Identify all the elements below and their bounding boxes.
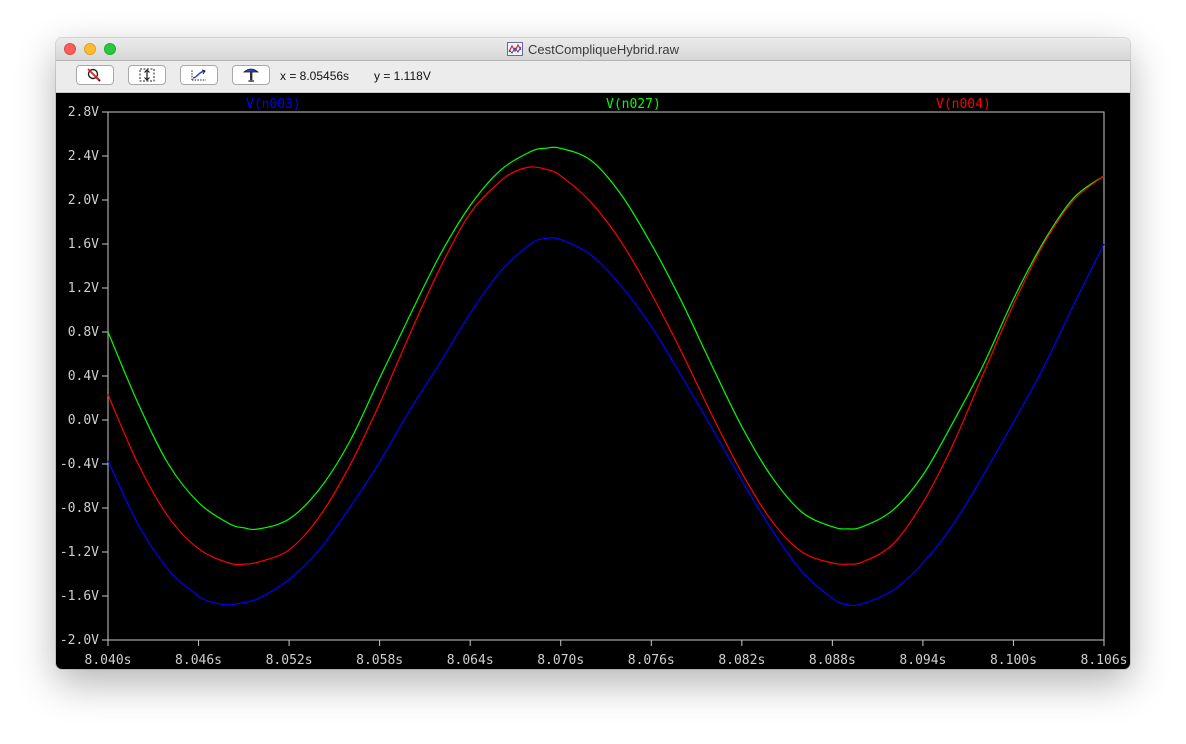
zoom-cancel-button[interactable] (76, 65, 114, 85)
x-tick-label: 8.106s (1081, 653, 1128, 668)
trace-label[interactable]: V(n003) (246, 97, 301, 112)
trace-vn004[interactable] (107, 166, 1105, 566)
y-tick-label: 2.4V (68, 149, 99, 164)
x-tick-label: 8.088s (809, 653, 856, 668)
zoom-cancel-icon (87, 68, 101, 82)
y-tick-label: -1.2V (60, 545, 99, 560)
probe-button[interactable] (232, 65, 270, 85)
trace-label[interactable]: V(n004) (936, 97, 991, 112)
y-tick-label: 1.2V (68, 281, 99, 296)
y-tick-label: 1.6V (68, 237, 99, 252)
probe-icon (242, 68, 260, 82)
trace-vn003[interactable] (107, 237, 1105, 607)
trace-vn027[interactable] (107, 146, 1105, 531)
x-tick-label: 8.046s (175, 653, 222, 668)
x-tick-label: 8.076s (628, 653, 675, 668)
x-tick-label: 8.070s (537, 653, 584, 668)
trace-label[interactable]: V(n027) (606, 97, 661, 112)
autorange-button[interactable] (128, 65, 166, 85)
y-tick-label: 0.8V (68, 325, 99, 340)
title-bar: CestCompliqueHybrid.raw (56, 38, 1130, 61)
y-readout: y = 1.118V (374, 69, 431, 83)
x-readout: x = 8.05456s (280, 69, 350, 83)
window-title-text: CestCompliqueHybrid.raw (528, 41, 679, 57)
y-tick-label: -0.8V (60, 501, 99, 516)
x-tick-label: 8.058s (356, 653, 403, 668)
y-tick-label: -1.6V (60, 589, 99, 604)
y-tick-label: 2.8V (68, 105, 99, 120)
y-tick-label: 0.4V (68, 369, 99, 384)
zoom-fit-button[interactable] (180, 65, 218, 85)
waveform-file-icon (507, 42, 523, 56)
x-tick-label: 8.100s (990, 653, 1037, 668)
waveform-chart[interactable]: 2.8V 2.4V 2.0V 1.6V 1.2V 0.8V 0.4V 0.0V -0.4V -0.… (56, 93, 1130, 669)
window-title: CestCompliqueHybrid.raw (56, 38, 1130, 60)
x-tick-label: 8.064s (447, 653, 494, 668)
autorange-icon (139, 68, 155, 82)
y-tick-label: -2.0V (60, 633, 99, 648)
y-tick-label: -0.4V (60, 457, 99, 472)
toolbar: x = 8.05456s y = 1.118V (56, 61, 1130, 93)
x-tick-label: 8.052s (266, 653, 313, 668)
waveform-window: CestCompliqueHybrid.raw x = 8.05456s y =… (56, 38, 1130, 669)
plot-area[interactable]: 2.8V 2.4V 2.0V 1.6V 1.2V 0.8V 0.4V 0.0V -0.4V -0.… (56, 93, 1130, 669)
x-tick-label: 8.082s (718, 653, 765, 668)
x-tick-label: 8.040s (85, 653, 132, 668)
x-tick-label: 8.094s (899, 653, 946, 668)
plot-frame (107, 111, 1105, 641)
y-tick-label: 0.0V (68, 413, 99, 428)
zoom-fit-icon (191, 69, 206, 81)
y-tick-label: 2.0V (68, 193, 99, 208)
